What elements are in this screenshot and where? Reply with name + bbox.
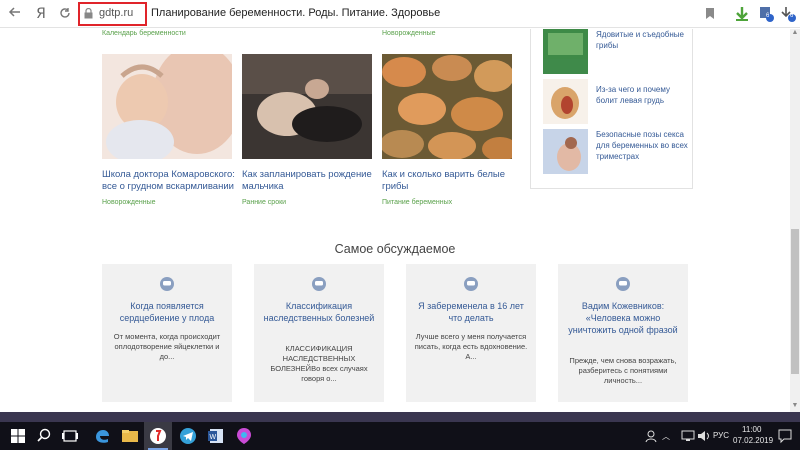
sidebar-item-title[interactable]: Ядовитые и съедобные грибы [596, 29, 691, 51]
discussed-card[interactable]: Классификация наследственных болезней КЛ… [254, 264, 384, 402]
discussed-card-excerpt: От момента, когда происходит оплодотворе… [113, 332, 221, 361]
category-tag[interactable]: Питание беременных [382, 199, 452, 206]
download-arrow-icon[interactable] [733, 5, 751, 23]
telegram-icon[interactable] [178, 426, 198, 446]
page-content: Календарь беременности Новорожденные Шко… [0, 29, 790, 412]
discussed-card-title[interactable]: Я забеременела в 16 лет что делать [412, 300, 530, 324]
keyboard-language[interactable]: РУС [713, 431, 729, 440]
yandex-logo-icon[interactable]: Я [32, 5, 50, 23]
scrollbar-thumb[interactable] [791, 229, 799, 374]
sidebar-thumb-couple[interactable] [543, 129, 588, 174]
task-view-icon[interactable] [60, 426, 80, 446]
tray-chevron-icon[interactable]: ︿ [662, 431, 670, 442]
extension-badge: 6 [766, 13, 770, 19]
scroll-down-arrow-icon[interactable]: ▼ [790, 402, 800, 412]
people-icon[interactable] [643, 426, 663, 446]
category-tag[interactable]: Ранние сроки [242, 199, 286, 206]
bookmark-icon[interactable] [706, 8, 714, 19]
downloads-badge: 6 [790, 13, 794, 19]
sidebar-related: Ядовитые и съедобные грибы Из-за чего и … [530, 29, 693, 189]
article-image-breastfeeding[interactable] [102, 54, 232, 159]
discussed-card-excerpt: Прежде, чем снова возражать, разберитесь… [569, 356, 677, 385]
sidebar-item-title[interactable]: Из-за чего и почему болит левая грудь [596, 84, 691, 106]
back-arrow-icon[interactable] [6, 5, 24, 23]
article-image-mushrooms[interactable] [382, 54, 512, 159]
discussed-card-title[interactable]: Вадим Кожевников: «Человека можно уничто… [564, 300, 682, 336]
volume-icon[interactable] [694, 426, 714, 446]
comment-bubble-icon [312, 277, 326, 291]
comment-bubble-icon [464, 277, 478, 291]
clock-time[interactable]: 11:00 [742, 425, 761, 434]
discussed-card-title[interactable]: Классификация наследственных болезней [260, 300, 378, 324]
comment-bubble-icon [616, 277, 630, 291]
edge-browser-icon[interactable] [92, 426, 112, 446]
discussed-card-title[interactable]: Когда появляется сердцебиение у плода [108, 300, 226, 324]
reload-icon[interactable] [56, 5, 74, 23]
article-title[interactable]: Как и сколько варить белые грибы [382, 169, 517, 193]
discussed-card[interactable]: Вадим Кожевников: «Человека можно уничто… [558, 264, 688, 402]
discussed-card-excerpt: КЛАССИФИКАЦИЯ НАСЛЕДСТВЕННЫХ БОЛЕЗНЕЙВо … [270, 344, 368, 383]
sidebar-thumb-anatomy[interactable] [543, 79, 588, 124]
comment-bubble-icon [160, 277, 174, 291]
browser-toolbar: Я gdtp.ru Планирование беременности. Род… [0, 0, 800, 28]
notifications-icon[interactable] [775, 426, 795, 446]
address-page-title[interactable]: Планирование беременности. Роды. Питание… [151, 7, 440, 19]
address-domain[interactable]: gdtp.ru [99, 7, 133, 19]
category-tag[interactable]: Новорожденные [102, 199, 156, 206]
page-scrollbar[interactable]: ▲ ▼ [790, 29, 800, 412]
app-shield-icon[interactable] [234, 426, 254, 446]
article-title[interactable]: Школа доктора Комаровского: все о грудно… [102, 169, 237, 193]
downloads-icon[interactable]: 6 [779, 5, 797, 23]
word-icon[interactable]: W [206, 426, 226, 446]
windows-start-icon[interactable] [8, 426, 28, 446]
category-tag[interactable]: Новорожденные [382, 30, 436, 37]
article-title[interactable]: Как запланировать рождение мальчика [242, 169, 377, 193]
sidebar-thumb-mushrooms[interactable] [543, 29, 588, 74]
site-footer [0, 412, 800, 422]
clock-date[interactable]: 07.02.2019 [733, 436, 773, 445]
search-icon[interactable] [34, 426, 54, 446]
file-explorer-icon[interactable] [120, 426, 140, 446]
extension-icon[interactable]: 6 [757, 5, 775, 23]
sidebar-item-title[interactable]: Безопасные позы секса для беременных во … [596, 129, 691, 162]
article-image-couple[interactable] [242, 54, 372, 159]
lock-icon [84, 8, 93, 19]
windows-taskbar: W ︿ РУС 11:00 07.02.2019 [0, 422, 800, 450]
scroll-up-arrow-icon[interactable]: ▲ [790, 29, 800, 39]
category-tag[interactable]: Календарь беременности [102, 30, 186, 37]
yandex-browser-icon[interactable] [148, 426, 168, 446]
discussed-card-excerpt: Лучше всего у меня получается писать, ко… [414, 332, 528, 361]
discussed-card[interactable]: Я забеременела в 16 лет что делать Лучше… [406, 264, 536, 402]
discussed-card[interactable]: Когда появляется сердцебиение у плода От… [102, 264, 232, 402]
svg-text:W: W [210, 434, 217, 441]
section-heading: Самое обсуждаемое [334, 242, 456, 256]
